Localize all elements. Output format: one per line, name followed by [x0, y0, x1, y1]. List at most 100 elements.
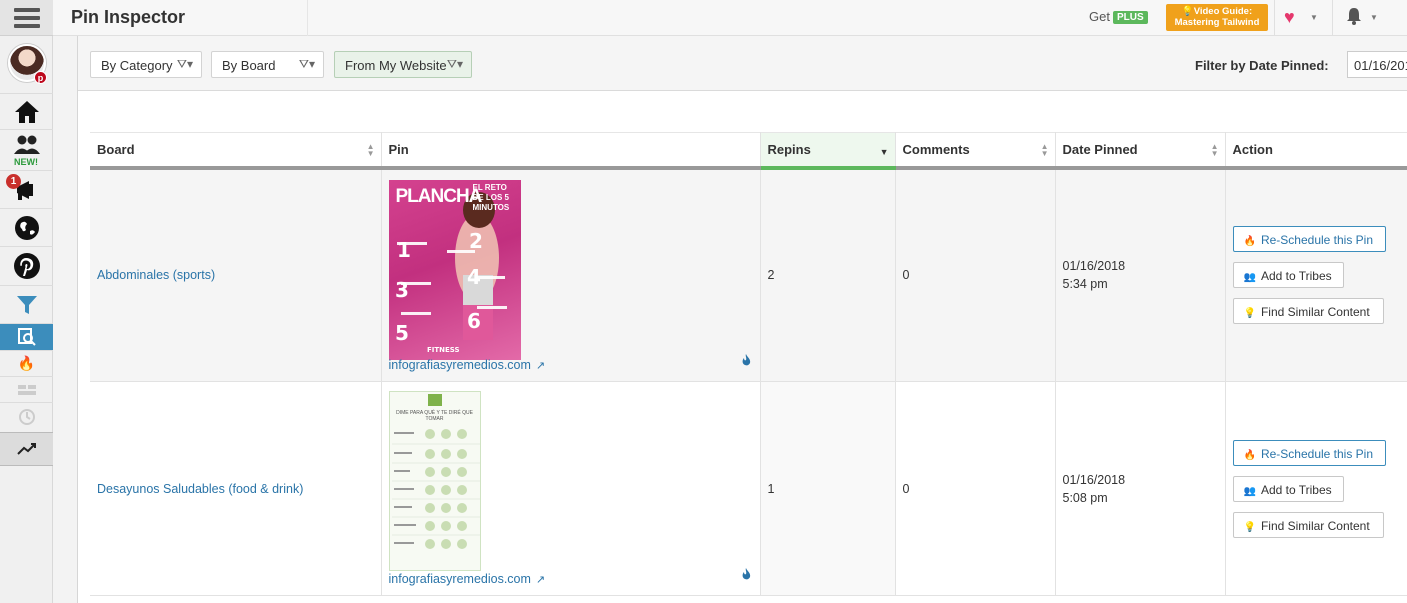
pin-date: 01/16/2018	[1062, 472, 1126, 487]
pin-domain-link[interactable]: infografiasyremedios.com ↗	[389, 358, 546, 372]
svg-text:1: 1	[397, 238, 411, 262]
board-cell: Abdominales (sports)	[90, 167, 382, 382]
pin-time: 5:08 pm	[1062, 490, 1108, 505]
action-cell: 🔥 Re-Schedule this Pin 👥 Add to Tribes 💡 Fi…	[1225, 381, 1407, 596]
column-header-comments[interactable]: Comments ▲ ▼	[895, 132, 1056, 170]
table-row: Desayunos Saludables (food & drink) DIME…	[90, 381, 1407, 596]
hamburger-icon	[13, 7, 40, 28]
table-header-row: Board ▲ ▼ Pin Repins ▼ Comments ▲ ▼ Date Pinn…	[90, 132, 1407, 170]
globe-icon	[14, 215, 39, 240]
pin-domain-link[interactable]: infografiasyremedios.com ↗	[389, 572, 546, 586]
column-header-board[interactable]: Board ▲ ▼	[90, 132, 382, 170]
board-icon	[17, 384, 36, 395]
sidebar-item-trending[interactable]: 🔥	[0, 350, 53, 376]
board-link[interactable]: Desayunos Saludables (food & drink)	[97, 482, 303, 496]
svg-text:6: 6	[467, 309, 481, 333]
column-header-date-pinned[interactable]: Date Pinned ▲ ▼	[1055, 132, 1226, 170]
pin-date: 01/16/2018	[1062, 259, 1126, 274]
column-header-action: Action	[1225, 132, 1407, 170]
video-guide-button[interactable]: 💡Video Guide: Mastering Tailwind	[1166, 4, 1268, 31]
by-board-filter[interactable]: By Board ⛛▾	[211, 51, 324, 78]
flame-icon: 🔥	[1243, 236, 1256, 248]
pin-time: 5:34 pm	[1062, 277, 1108, 292]
column-header-repins[interactable]: Repins ▼	[760, 132, 896, 170]
add-to-tribes-button[interactable]: 👥 Add to Tribes	[1232, 262, 1344, 289]
sidebar-item-analytics[interactable]	[0, 432, 53, 466]
board-link[interactable]: Abdominales (sports)	[97, 268, 215, 282]
menu-button[interactable]	[0, 0, 53, 36]
bulb-icon: 💡	[1181, 6, 1194, 17]
external-link-icon: ↗	[535, 574, 546, 586]
pin-cell: DIME PARA QUÉ Y TE DIRÉ QUE TOMAR infogr…	[381, 381, 761, 596]
svg-text:3: 3	[395, 278, 409, 302]
bell-icon[interactable]	[1346, 7, 1362, 30]
svg-text:5: 5	[395, 321, 409, 345]
trend-icon	[16, 443, 36, 455]
get-label: Get	[1089, 9, 1110, 24]
filter-dropdown-icon: ⛛▾	[446, 57, 463, 71]
chevron-down-icon[interactable]: ▼	[1370, 13, 1378, 22]
filter-dropdown-icon: ⛛▾	[176, 57, 193, 71]
board-cell: Desayunos Saludables (food & drink)	[90, 381, 382, 596]
secondary-rail	[53, 36, 78, 603]
pin-image[interactable]: 1 2 3 4 5 6 FITNESS PLANCHA EL RETO DE LOS …	[388, 179, 521, 360]
column-header-pin: Pin	[381, 132, 761, 170]
top-bar: Pin Inspector Get PLUS 💡Video Guide: Mast…	[53, 0, 1407, 36]
filter-icon	[16, 295, 37, 314]
flame-icon: 🔥	[17, 355, 36, 371]
external-link-icon: ↗	[535, 360, 546, 372]
sidebar-item-board-insights[interactable]	[0, 376, 53, 402]
filter-bar: By Category ⛛▾ By Board ⛛▾ From My Websi…	[78, 36, 1407, 91]
left-rail: p NEW! 1 🔥	[0, 0, 53, 603]
users-icon: 👥	[1243, 272, 1256, 284]
divider	[1274, 0, 1275, 36]
sidebar-item-pin-inspector[interactable]	[0, 323, 53, 350]
sidebar-item-home[interactable]	[0, 93, 53, 129]
sidebar-item-explore[interactable]	[0, 208, 53, 246]
chevron-down-icon[interactable]: ▼	[1310, 13, 1318, 22]
new-label: NEW!	[14, 157, 38, 167]
from-my-website-filter[interactable]: From My Website ⛛▾	[334, 51, 472, 78]
sidebar-item-pinterest[interactable]	[0, 246, 53, 285]
date-pinned-cell: 01/16/2018 5:08 pm	[1055, 381, 1226, 596]
sort-icon: ▲ ▼	[1210, 142, 1219, 158]
users-icon: 👥	[1243, 485, 1256, 497]
reschedule-pin-button[interactable]: 🔥 Re-Schedule this Pin	[1232, 439, 1386, 466]
pin-cell: 1 2 3 4 5 6 FITNESS PLANCHA EL RETO DE LOS …	[381, 167, 761, 382]
page-title: Pin Inspector	[71, 7, 186, 27]
sort-desc-icon: ▼	[879, 147, 889, 157]
video-guide-line2: Mastering Tailwind	[1174, 17, 1260, 28]
find-similar-content-button[interactable]: 💡 Find Similar Content	[1232, 298, 1384, 325]
bulb-icon: 💡	[1243, 521, 1256, 533]
flame-icon: 🔥	[1243, 449, 1256, 461]
users-icon	[13, 135, 40, 154]
by-category-filter[interactable]: By Category ⛛▾	[90, 51, 202, 78]
sidebar-item-history[interactable]	[0, 402, 53, 430]
tailwind-flame-icon[interactable]	[741, 568, 752, 583]
svg-text:FITNESS: FITNESS	[427, 346, 460, 354]
filter-dropdown-icon: ⛛▾	[298, 57, 315, 71]
bulb-icon: 💡	[1243, 308, 1256, 320]
tailwind-flame-icon[interactable]	[741, 354, 752, 369]
sidebar-item-insights[interactable]	[0, 285, 53, 323]
inspector-icon	[17, 328, 36, 346]
comments-cell: 0	[895, 381, 1056, 596]
find-similar-content-button[interactable]: 💡 Find Similar Content	[1232, 511, 1384, 538]
date-pinned-input[interactable]: 01/16/2018	[1347, 51, 1407, 78]
divider	[1332, 0, 1333, 36]
pin-title: PLANCHA	[395, 185, 483, 207]
pin-image[interactable]: DIME PARA QUÉ Y TE DIRÉ QUE TOMAR	[388, 391, 481, 571]
add-to-tribes-button[interactable]: 👥 Add to Tribes	[1232, 475, 1344, 502]
repins-cell: 2	[760, 167, 896, 382]
heart-icon[interactable]: ♥	[1284, 7, 1295, 28]
date-pinned-cell: 01/16/2018 5:34 pm	[1055, 167, 1226, 382]
plus-badge: PLUS	[1112, 11, 1148, 24]
pinterest-icon	[13, 253, 40, 279]
get-plus-link[interactable]: Get PLUS	[1089, 9, 1148, 24]
content-area: Board ▲ ▼ Pin Repins ▼ Comments ▲ ▼ Date Pinn…	[78, 92, 1407, 603]
reschedule-pin-button[interactable]: 🔥 Re-Schedule this Pin	[1232, 226, 1386, 253]
home-icon	[14, 100, 39, 123]
notification-count: 1	[6, 174, 21, 189]
action-cell: 🔥 Re-Schedule this Pin 👥 Add to Tribes 💡 Fi…	[1225, 167, 1407, 382]
sort-icon: ▲ ▼	[366, 142, 375, 158]
